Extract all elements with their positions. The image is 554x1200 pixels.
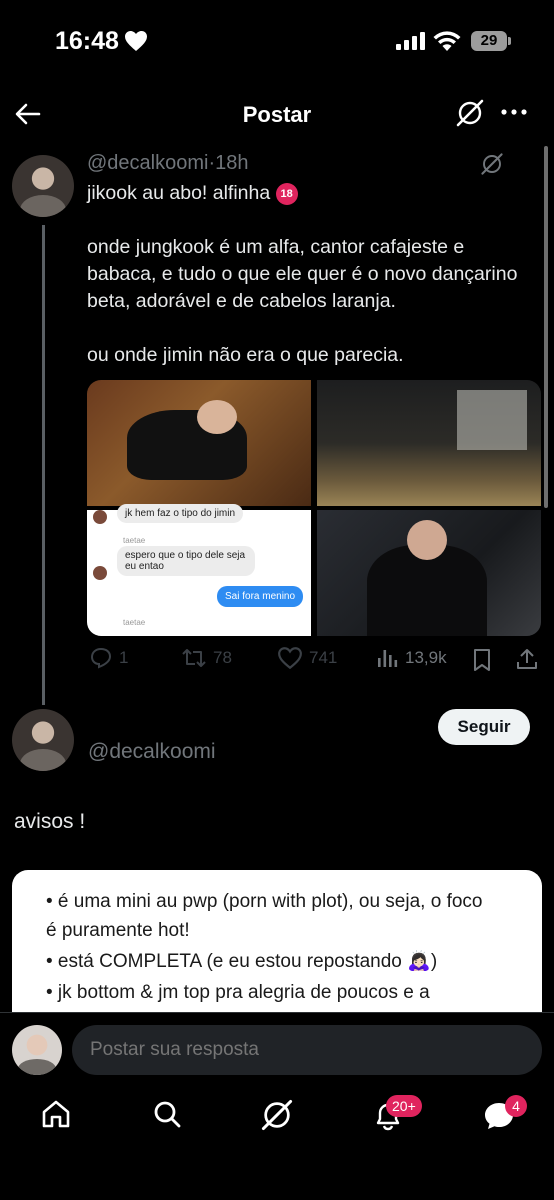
status-time: 16:48 bbox=[55, 27, 119, 55]
like-action[interactable]: 741 bbox=[277, 646, 337, 670]
note-line-4: • jk bottom & jm top pra alegria de pouc… bbox=[46, 982, 430, 1003]
current-user-avatar[interactable] bbox=[12, 1025, 62, 1075]
post-time: 18h bbox=[215, 152, 249, 174]
reply-count: 1 bbox=[119, 648, 129, 667]
post-text: jikook au abo! alfinha 18 onde jungkook … bbox=[87, 180, 527, 369]
reply-bar bbox=[0, 1012, 554, 1088]
media-chat-screenshot[interactable]: jk hem faz o tipo do jimin taetae espero… bbox=[87, 504, 311, 636]
photo-face bbox=[197, 400, 237, 434]
notes-image[interactable]: • é uma mini au pwp (porn with plot), ou… bbox=[12, 870, 542, 1030]
chat-avatar-1 bbox=[93, 566, 107, 580]
post-handle[interactable]: @decalkoomi bbox=[87, 152, 208, 174]
top-bar: Postar bbox=[0, 84, 554, 144]
like-heart-icon bbox=[278, 647, 302, 670]
battery-indicator: 29 bbox=[471, 31, 507, 51]
reply-author-avatar[interactable] bbox=[12, 709, 74, 771]
chat-bubble-top: jk hem faz o tipo do jimin bbox=[117, 504, 244, 523]
note-line-1: • é uma mini au pwp (porn with plot), ou… bbox=[46, 891, 483, 912]
reply-input[interactable] bbox=[72, 1025, 542, 1075]
repost-icon bbox=[182, 649, 206, 667]
age-18-emoji: 18 bbox=[275, 182, 298, 205]
photo-face bbox=[407, 520, 447, 560]
post-actions: 1 78 741 13,9k bbox=[87, 646, 541, 676]
views-bar-chart-icon bbox=[378, 650, 398, 667]
like-count: 741 bbox=[309, 648, 338, 667]
heart-icon bbox=[125, 31, 147, 51]
views-count: 13,9k bbox=[405, 648, 447, 667]
grok-nav-icon[interactable] bbox=[260, 1098, 294, 1132]
media-photo-1[interactable] bbox=[87, 380, 311, 506]
more-options-icon[interactable] bbox=[500, 98, 528, 126]
follow-button[interactable]: Seguir bbox=[438, 709, 530, 745]
photo-window bbox=[457, 390, 527, 450]
bookmark-icon[interactable] bbox=[471, 648, 493, 672]
reply-handle[interactable]: @decalkoomi bbox=[88, 740, 216, 764]
chat-bubble-2: Sai fora menino bbox=[217, 586, 304, 607]
views-action[interactable]: 13,9k bbox=[375, 646, 447, 670]
search-icon[interactable] bbox=[151, 1098, 183, 1130]
author-avatar[interactable] bbox=[12, 155, 74, 217]
post-first-line: jikook au abo! alfinha bbox=[87, 182, 271, 204]
notifications-badge: 20+ bbox=[386, 1095, 422, 1117]
media-photo-2[interactable] bbox=[317, 380, 541, 506]
share-icon[interactable] bbox=[515, 647, 539, 671]
note-line-2: é puramente hot! bbox=[46, 920, 190, 941]
reply-text: avisos ! bbox=[14, 810, 86, 833]
chat-avatar-top bbox=[93, 510, 107, 524]
signal-icon bbox=[396, 32, 425, 50]
post-author-meta: @decalkoomi·18h bbox=[87, 152, 249, 175]
post-body: onde jungkook é um alfa, cantor cafajest… bbox=[87, 236, 518, 366]
repost-count: 78 bbox=[213, 648, 232, 667]
grok-icon[interactable] bbox=[455, 98, 485, 128]
post-media-grid: jk hem faz o tipo do jimin taetae espero… bbox=[87, 380, 541, 636]
wifi-icon bbox=[433, 31, 461, 51]
chat-sender-2: taetae bbox=[123, 618, 146, 627]
repost-action[interactable]: 78 bbox=[181, 646, 232, 670]
home-icon[interactable] bbox=[40, 1098, 72, 1130]
chat-bubble-1: espero que o tipo dele seja eu entao bbox=[117, 546, 255, 576]
chat-sender: taetae bbox=[123, 536, 146, 545]
note-line-3: • está COMPLETA (e eu estou repostando 🙇… bbox=[46, 951, 438, 972]
status-bar: 16:48 29 bbox=[0, 0, 554, 84]
messages-badge: 4 bbox=[505, 1095, 527, 1117]
bottom-nav: 20+ 4 bbox=[0, 1088, 554, 1200]
thread-connector-line bbox=[42, 225, 45, 705]
battery-tip bbox=[508, 37, 511, 45]
reply-action[interactable]: 1 bbox=[89, 646, 128, 670]
post-grok-icon[interactable] bbox=[480, 152, 504, 176]
scrollbar[interactable] bbox=[544, 146, 548, 508]
reply-icon bbox=[90, 647, 112, 669]
media-photo-4[interactable] bbox=[317, 510, 541, 636]
